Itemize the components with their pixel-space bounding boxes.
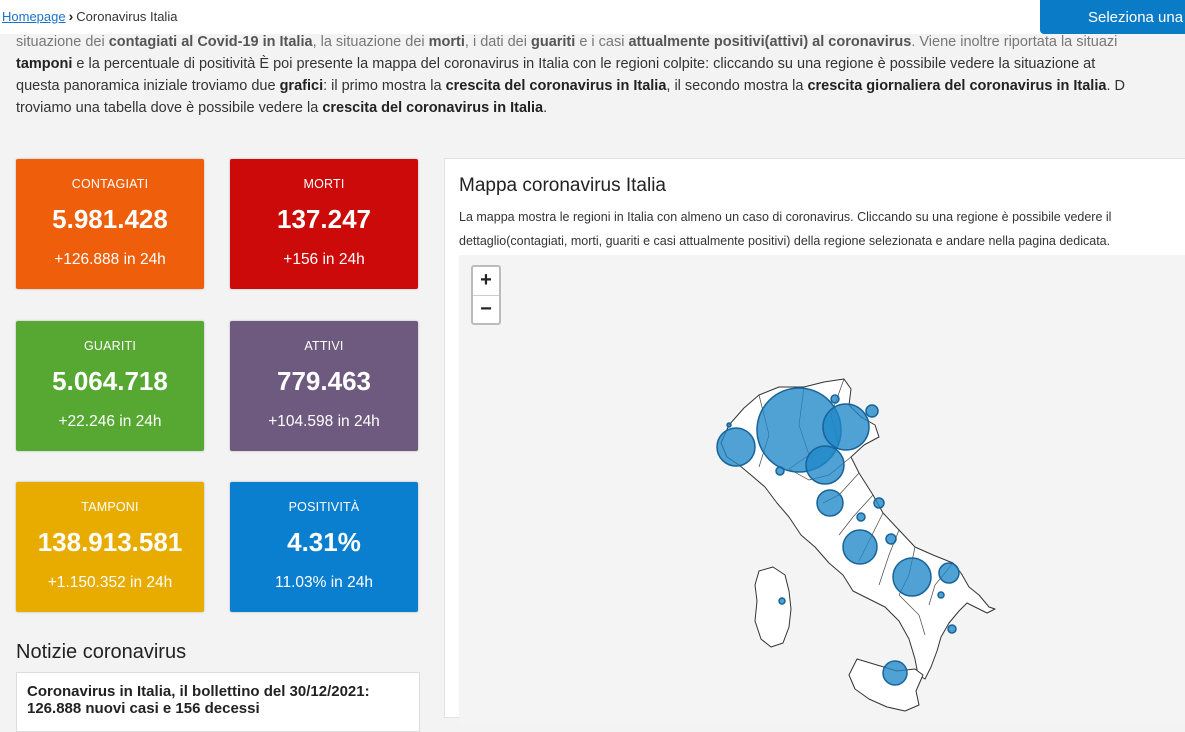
bubble-basilicata[interactable] [937,591,945,599]
stat-label: ATTIVI [304,339,344,353]
bubble-lazio[interactable] [842,529,878,565]
stat-delta: +22.246 in 24h [58,413,162,430]
stat-label: MORTI [303,177,345,191]
bubble-emilia-romagna[interactable] [805,445,845,485]
bubble-aosta[interactable] [726,422,732,428]
news-section-title: Notizie coronavirus [16,641,187,663]
breadcrumb-current: Coronavirus Italia [76,8,178,24]
bubble-trentino[interactable] [830,394,840,404]
intro-text-segment: , il secondo mostra la [666,78,808,94]
bubble-veneto[interactable] [822,403,870,451]
bubble-abruzzo[interactable] [885,533,897,545]
stat-value: 5.981.428 [52,204,168,234]
stat-label: GUARITI [83,339,137,353]
news-item[interactable]: Coronavirus in Italia, il bollettino del… [16,672,420,732]
intro-bold-text: crescita del coronavirus in Italia [445,78,667,94]
breadcrumb-home-link[interactable]: Homepage [2,9,66,24]
intro-text-segment: , i dati dei [464,34,531,50]
sardinia-shape[interactable] [754,566,792,648]
bubble-marche[interactable] [873,497,885,509]
stat-value: 137.247 [277,204,371,234]
map-description: La mappa mostra le regioni in Italia con… [459,210,1112,248]
intro-text-segment: questa panoramica iniziale troviamo due [16,78,280,94]
bubble-calabria[interactable] [947,624,957,634]
bubble-friuli[interactable] [865,404,879,418]
stat-label: POSITIVITÀ [288,500,360,514]
stat-value: 138.913.581 [37,527,183,557]
breadcrumb: Homepage › Coronavirus Italia [2,8,177,24]
bubble-campania[interactable] [892,557,932,597]
intro-bold-text: contagiati al Covid-19 in Italia [108,34,313,50]
intro-line-1: tamponi e la percentuale di positività È… [16,53,1185,75]
stat-card-morti: MORTI 137.247 +156 in 24h [230,159,418,289]
intro-bold-text: tamponi [16,56,73,72]
stat-value: 4.31% [287,527,361,557]
stat-delta: +1.150.352 in 24h [47,574,173,591]
bubble-sicilia[interactable] [882,660,908,686]
intro-text-segment: . Viene inoltre riportata la situazi [911,34,1118,50]
italy-map[interactable]: + − [459,255,1185,725]
map-panel: Mappa coronavirus Italia La mappa mostra… [444,158,1185,725]
stat-card-tamponi: TAMPONI 138.913.581 +1.150.352 in 24h [16,482,204,612]
intro-line-3: troviamo una tabella dove è possibile ve… [16,97,1185,119]
top-bar: Homepage › Coronavirus Italia Seleziona … [0,0,1185,34]
stat-card-guariti: GUARITI 5.064.718 +22.246 in 24h [16,321,204,451]
stat-value: 779.463 [277,366,371,396]
stat-delta: +156 in 24h [283,251,365,268]
map-title: Mappa coronavirus Italia [459,175,666,196]
intro-line-2: questa panoramica iniziale troviamo due … [16,75,1185,97]
stat-label: TAMPONI [81,500,139,514]
intro-text-segment: e i casi [575,34,629,50]
intro-bold-text: morti [428,34,465,50]
bubble-umbria[interactable] [856,512,866,522]
stat-delta: +104.598 in 24h [268,413,380,430]
stat-delta: +126.888 in 24h [54,251,166,268]
bubble-sardegna[interactable] [778,597,786,605]
intro-text-segment: . D [1106,78,1125,94]
intro-text-segment: , la situazione dei [312,34,429,50]
intro-text-segment: situazione dei [16,34,109,50]
news-item-title-line1: Coronavirus in Italia, il bollettino del… [27,683,370,700]
intro-bold-text: attualmente positivi(attivi) al coronavi… [628,34,912,50]
map-svg [716,378,996,712]
stat-card-contagiati: CONTAGIATI 5.981.428 +126.888 in 24h [16,159,204,289]
select-region-button[interactable]: Seleziona una [1040,0,1185,34]
news-item-title-line2: 126.888 nuovi casi e 156 decessi [27,700,260,717]
chevron-right-icon: › [68,8,74,24]
stat-label: CONTAGIATI [71,177,149,191]
stat-delta: 11.03% in 24h [275,574,373,591]
intro-text-segment: troviamo una tabella dove è possibile ve… [16,100,323,116]
intro-text-segment: e la percentuale di positività È poi pre… [72,56,1096,72]
bubble-liguria[interactable] [775,466,785,476]
intro-text-segment: . [543,100,548,116]
intro-bold-text: crescita giornaliera del coronavirus in … [807,78,1107,94]
intro-bold-text: guariti [530,34,576,50]
intro-bold-text: grafici [279,78,324,94]
stat-value: 5.064.718 [52,366,168,396]
stat-card-positivita: POSITIVITÀ 4.31% 11.03% in 24h [230,482,418,612]
bubble-puglia[interactable] [938,562,960,584]
bubble-piemonte[interactable] [716,427,756,467]
intro-text: situazione dei contagiati al Covid-19 in… [16,34,1185,119]
intro-line-0: situazione dei contagiati al Covid-19 in… [16,31,1185,53]
stat-card-attivi: ATTIVI 779.463 +104.598 in 24h [230,321,418,451]
intro-bold-text: crescita del coronavirus in Italia [322,100,544,116]
bubble-toscana[interactable] [816,489,844,517]
intro-text-segment: : il primo mostra la [323,78,446,94]
